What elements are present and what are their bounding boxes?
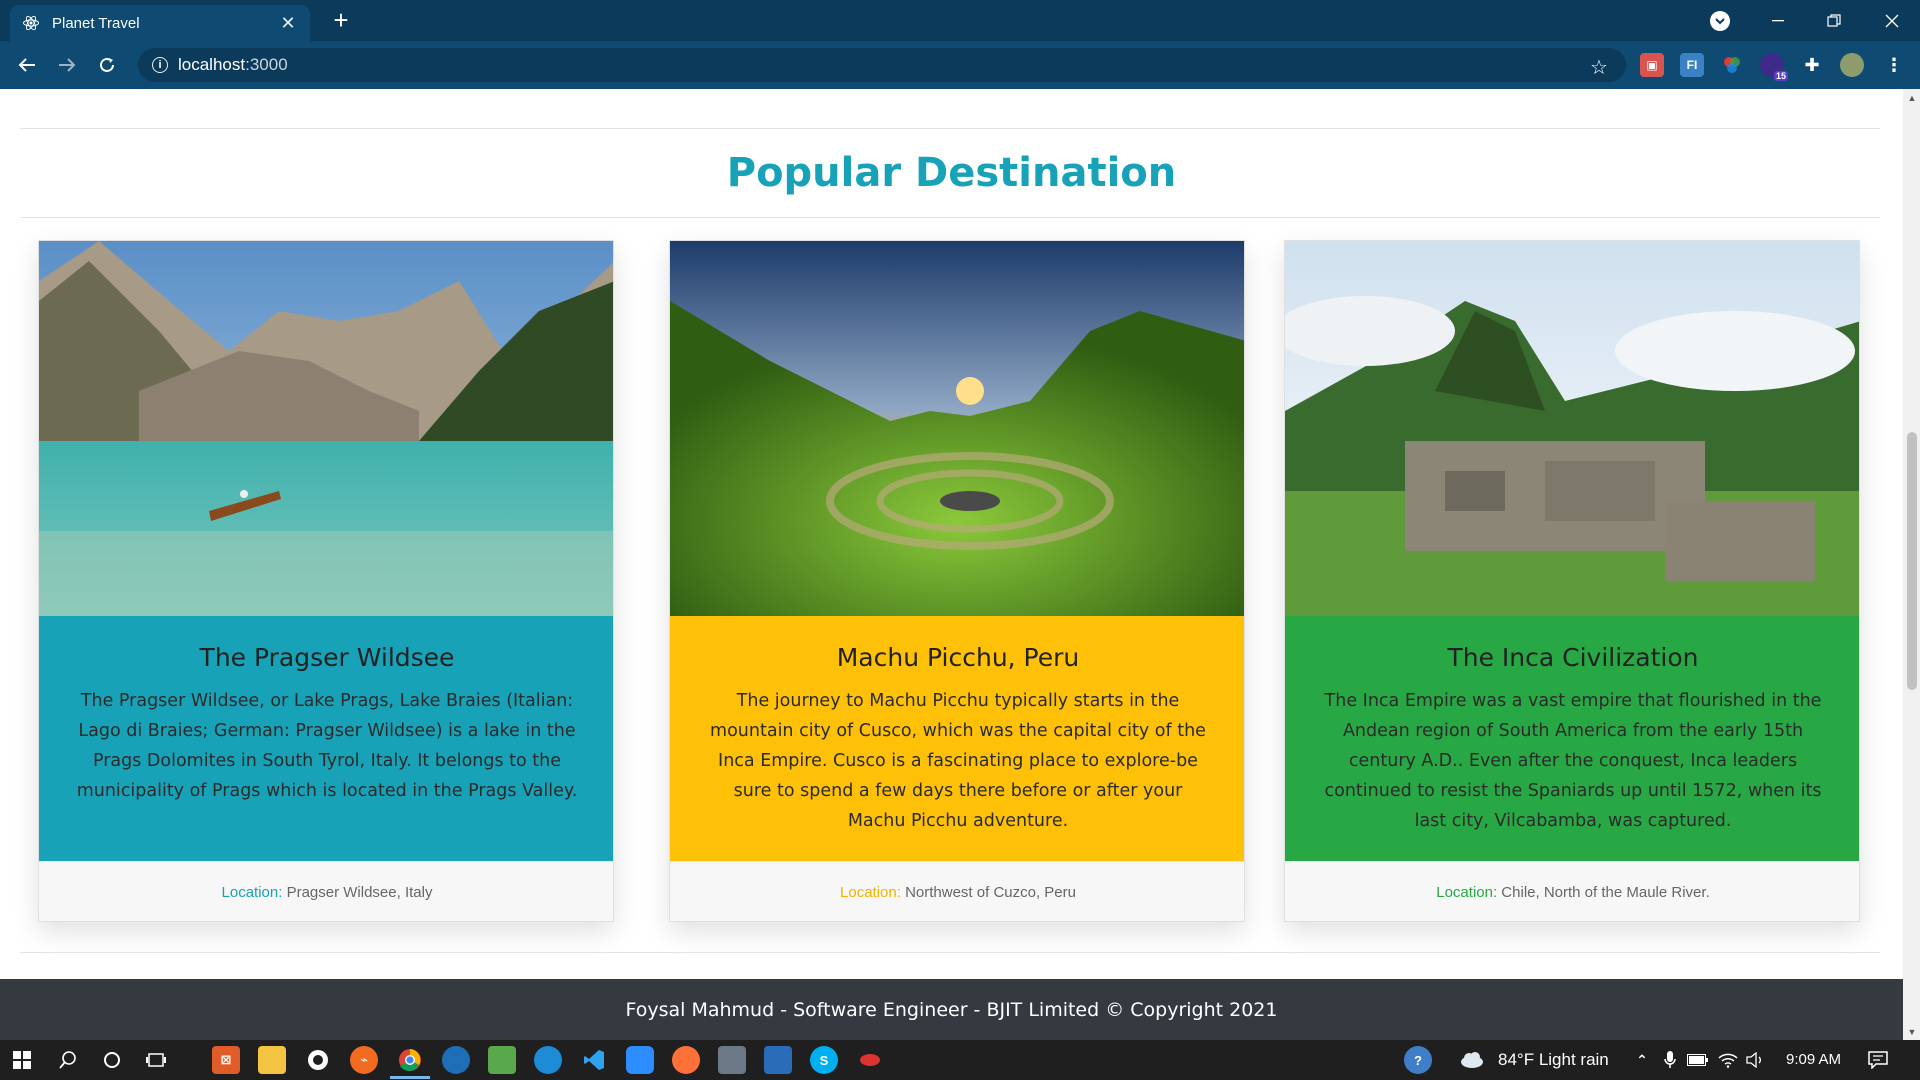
weather-cloud-icon[interactable]: [1458, 1046, 1486, 1074]
new-tab-button[interactable]: +: [326, 6, 356, 36]
destination-card[interactable]: Machu Picchu, Peru The journey to Machu …: [669, 240, 1245, 922]
divider-bottom: [20, 952, 1880, 953]
page-viewport: Popular Destination The Pragser Wildsee …: [0, 89, 1903, 1040]
microphone-icon[interactable]: [1656, 1046, 1684, 1074]
weather-text[interactable]: 84°F Light rain: [1498, 1050, 1609, 1070]
card-description: The Pragser Wildsee, or Lake Prags, Lake…: [76, 691, 578, 801]
postman-icon[interactable]: ⌁: [350, 1046, 378, 1074]
address-bar[interactable]: i localhost:3000: [138, 48, 1626, 82]
browser-menu-icon[interactable]: ⋮: [1882, 53, 1906, 77]
windows-start-icon[interactable]: [8, 1046, 36, 1074]
tab-close-icon[interactable]: ✕: [278, 13, 298, 34]
divider-top: [20, 128, 1880, 129]
location-label: Location:: [221, 884, 283, 901]
card-title: The Inca Civilization: [1447, 643, 1699, 672]
volume-icon[interactable]: [1742, 1046, 1770, 1074]
location-value: Pragser Wildsee, Italy: [282, 884, 433, 901]
location-label: Location:: [1436, 884, 1498, 901]
location-value: Chile, North of the Maule River.: [1497, 884, 1710, 901]
reload-icon[interactable]: [92, 50, 122, 80]
help-icon[interactable]: ?: [1404, 1046, 1432, 1074]
task-view-icon[interactable]: [142, 1046, 170, 1074]
chevron-up-icon[interactable]: ⌃: [1628, 1046, 1656, 1074]
zoom-icon[interactable]: [626, 1046, 654, 1074]
react-favicon-icon: [22, 14, 40, 32]
clock-time[interactable]: 9:09 AM: [1786, 1051, 1841, 1068]
machu-picchu-photo: [670, 241, 1244, 616]
site-info-icon[interactable]: i: [152, 57, 168, 73]
destination-card[interactable]: The Pragser Wildsee The Pragser Wildsee,…: [38, 240, 614, 922]
card-title: The Pragser Wildsee: [199, 643, 455, 672]
browser-tab[interactable]: Planet Travel ✕: [10, 5, 310, 41]
card-footer: Location: Northwest of Cuzco, Peru: [670, 861, 1244, 921]
card-title: Machu Picchu, Peru: [836, 643, 1080, 672]
outlook-icon[interactable]: [764, 1046, 792, 1074]
firefox-icon[interactable]: [672, 1046, 700, 1074]
minimize-icon[interactable]: [1750, 0, 1806, 41]
lake-photo: [39, 241, 613, 616]
vscode-icon[interactable]: [580, 1046, 608, 1074]
section-title: Popular Destination: [726, 150, 1177, 196]
card-footer: Location: Pragser Wildsee, Italy: [39, 861, 613, 921]
card-body: The Inca Civilization The Inca Empire wa…: [1285, 616, 1859, 861]
cortana-icon[interactable]: [98, 1046, 126, 1074]
scrollbar-thumb[interactable]: [1907, 432, 1917, 690]
location-label: Location:: [840, 884, 901, 901]
extension-badge-count: 15: [1773, 71, 1788, 81]
profile-avatar[interactable]: [1840, 53, 1864, 77]
card-footer: Location: Chile, North of the Maule Rive…: [1285, 861, 1859, 921]
taskbar-active-indicator: [390, 1076, 430, 1079]
page-scrollbar[interactable]: ▲ ▼: [1903, 89, 1920, 1040]
card-description: The Inca Empire was a vast empire that f…: [1324, 691, 1822, 831]
card-body: Machu Picchu, Peru The journey to Machu …: [670, 616, 1244, 861]
address-url: localhost:3000: [178, 55, 288, 74]
restore-icon[interactable]: [1806, 0, 1862, 41]
wifi-icon[interactable]: [1714, 1046, 1742, 1074]
window-close-icon[interactable]: [1864, 0, 1920, 41]
extension-badge-icon[interactable]: 15: [1760, 53, 1788, 81]
bookmark-star-icon[interactable]: ☆: [1590, 55, 1608, 80]
inca-ruins-photo: [1285, 241, 1859, 616]
battery-icon[interactable]: [1684, 1046, 1712, 1074]
extension-color-icon[interactable]: [1720, 53, 1744, 77]
tab-search-icon[interactable]: [1710, 11, 1730, 31]
forward-arrow-icon[interactable]: [52, 50, 82, 80]
search-icon[interactable]: [54, 1046, 82, 1074]
app-red-icon[interactable]: [856, 1046, 884, 1074]
back-arrow-icon[interactable]: [12, 50, 42, 80]
scroll-up-icon[interactable]: ▲: [1907, 93, 1917, 103]
chrome-icon[interactable]: [396, 1046, 424, 1074]
skype-icon[interactable]: S: [810, 1046, 838, 1074]
destination-card[interactable]: The Inca Civilization The Inca Empire wa…: [1284, 240, 1860, 922]
location-value: Northwest of Cuzco, Peru: [900, 884, 1076, 901]
edge-icon[interactable]: [534, 1046, 562, 1074]
browser-tab-strip: Planet Travel ✕ +: [0, 0, 1920, 41]
calculator-icon[interactable]: [718, 1046, 746, 1074]
tab-title: Planet Travel: [52, 14, 140, 32]
notepad-icon[interactable]: [488, 1046, 516, 1074]
github-icon[interactable]: [304, 1046, 332, 1074]
extension-red-icon[interactable]: ▣: [1640, 53, 1664, 77]
xampp-icon[interactable]: ⊠: [212, 1046, 240, 1074]
windows-taskbar: ⊠ ⌁ S ? 84°F Light rain ⌃ 9:09 AM: [0, 1040, 1920, 1080]
app-blue-icon[interactable]: [442, 1046, 470, 1074]
notifications-icon[interactable]: [1864, 1046, 1892, 1074]
footer-text: Foysal Mahmud - Software Engineer - BJIT…: [625, 998, 1278, 1021]
card-description: The journey to Machu Picchu typically st…: [710, 691, 1206, 831]
file-explorer-icon[interactable]: [258, 1046, 286, 1074]
divider-title: [20, 217, 1880, 218]
extension-fi-icon[interactable]: FI: [1680, 53, 1704, 77]
site-footer: Foysal Mahmud - Software Engineer - BJIT…: [0, 979, 1903, 1040]
scroll-down-icon[interactable]: ▼: [1907, 1027, 1917, 1037]
extensions-puzzle-icon[interactable]: ✚: [1800, 53, 1824, 77]
card-body: The Pragser Wildsee The Pragser Wildsee,…: [39, 616, 613, 861]
